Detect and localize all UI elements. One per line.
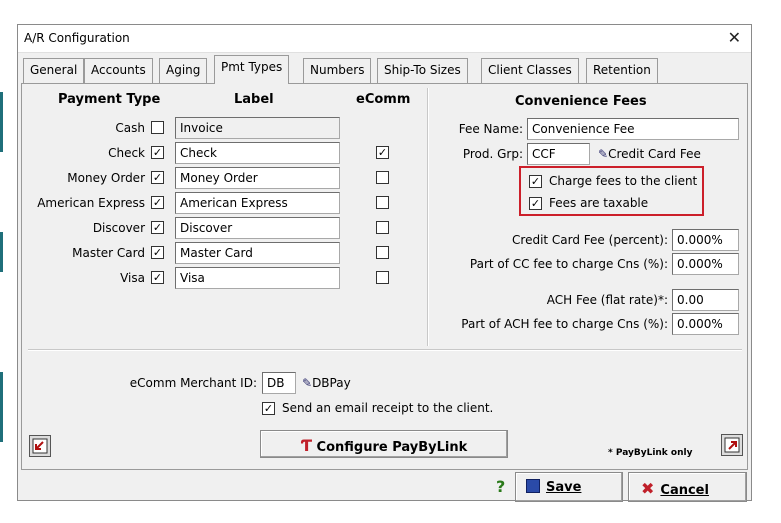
prod-grp-label: Prod. Grp:	[462, 147, 523, 161]
import-button[interactable]	[29, 435, 51, 457]
paybylink-note: * PayByLink only	[608, 448, 693, 458]
prod-grp-link-text: Credit Card Fee	[608, 147, 701, 161]
tab-retention[interactable]: Retention	[586, 58, 658, 83]
payment-type-name: Money Order	[67, 171, 145, 185]
check-label-field[interactable]: Check	[175, 142, 340, 164]
window-title: A/R Configuration	[24, 31, 130, 45]
payment-type-header: Payment Type	[58, 92, 161, 107]
cancel-label: Cancel	[660, 483, 709, 498]
amex-enabled-checkbox[interactable]: ✓	[151, 196, 164, 209]
section-divider	[427, 88, 429, 346]
cash-enabled-checkbox[interactable]	[151, 121, 164, 134]
cc-fee-field[interactable]: 0.000%	[672, 229, 739, 251]
master-card-ecomm-checkbox[interactable]	[376, 246, 389, 259]
charge-fees-checkbox[interactable]: ✓	[529, 175, 542, 188]
section-divider	[28, 349, 742, 351]
label-header: Label	[234, 92, 274, 107]
tab-general[interactable]: General	[23, 58, 85, 83]
paybylink-icon: Ƭ	[300, 436, 313, 455]
help-icon[interactable]: ?	[496, 477, 505, 496]
tab-numbers[interactable]: Numbers	[303, 58, 372, 83]
ach-fee-label: ACH Fee (flat rate)*:	[546, 293, 668, 307]
check-enabled-checkbox[interactable]: ✓	[151, 146, 164, 159]
tab-pmt-types[interactable]: Pmt Types	[214, 55, 290, 84]
convenience-fees-header: Convenience Fees	[515, 94, 647, 109]
master-card-label-field[interactable]: Master Card	[175, 242, 340, 264]
visa-enabled-checkbox[interactable]: ✓	[151, 271, 164, 284]
merchant-link[interactable]: ✎DBPay	[302, 376, 351, 390]
merchant-link-text: DBPay	[312, 376, 351, 390]
charge-fees-label: Charge fees to the client	[549, 174, 698, 188]
discover-enabled-checkbox[interactable]: ✓	[151, 221, 164, 234]
ach-part-field[interactable]: 0.000%	[672, 313, 739, 335]
money-order-ecomm-checkbox[interactable]	[376, 171, 389, 184]
tab-ship-to-sizes[interactable]: Ship-To Sizes	[377, 58, 468, 83]
pmt-types-panel: Payment Type Label eComm Cash Invoice Ch…	[21, 83, 748, 470]
tab-client-classes[interactable]: Client Classes	[481, 58, 579, 83]
ach-fee-field[interactable]: 0.00	[672, 289, 739, 311]
cc-part-label: Part of CC fee to charge Cns (%):	[469, 257, 668, 271]
pencil-icon: ✎	[302, 376, 313, 390]
save-button[interactable]: Save	[515, 472, 623, 502]
master-card-enabled-checkbox[interactable]: ✓	[151, 246, 164, 259]
amex-label-field[interactable]: American Express	[175, 192, 340, 214]
close-icon[interactable]: ✕	[728, 28, 741, 47]
money-order-enabled-checkbox[interactable]: ✓	[151, 171, 164, 184]
export-button[interactable]	[721, 434, 743, 456]
save-label: Save	[546, 480, 582, 495]
payment-type-name: Cash	[115, 121, 145, 135]
prod-grp-link[interactable]: ✎Credit Card Fee	[598, 147, 701, 161]
ach-part-label: Part of ACH fee to charge Cns (%):	[461, 317, 668, 331]
fees-taxable-checkbox[interactable]: ✓	[529, 197, 542, 210]
fee-name-field[interactable]: Convenience Fee	[527, 118, 739, 140]
fee-name-label: Fee Name:	[458, 122, 523, 136]
export-icon	[724, 437, 740, 453]
tab-aging[interactable]: Aging	[159, 58, 208, 83]
import-icon	[32, 438, 48, 454]
background-edge	[0, 372, 3, 442]
visa-ecomm-checkbox[interactable]	[376, 271, 389, 284]
amex-ecomm-checkbox[interactable]	[376, 196, 389, 209]
payment-type-name: Discover	[92, 221, 145, 235]
cancel-button[interactable]: ✖ Cancel	[628, 472, 747, 502]
discover-ecomm-checkbox[interactable]	[376, 221, 389, 234]
cash-label-field: Invoice	[175, 117, 340, 139]
discover-label-field[interactable]: Discover	[175, 217, 340, 239]
pencil-icon: ✎	[598, 147, 609, 161]
visa-label-field[interactable]: Visa	[175, 267, 340, 289]
payment-type-name: American Express	[37, 196, 145, 210]
check-ecomm-checkbox[interactable]: ✓	[376, 146, 389, 159]
email-receipt-label: Send an email receipt to the client.	[282, 401, 494, 415]
ar-configuration-window: A/R Configuration ✕ General Accounts Agi…	[17, 24, 752, 502]
title-bar: A/R Configuration ✕	[18, 25, 751, 53]
configure-paybylink-label: Configure PayByLink	[316, 440, 468, 455]
payment-type-name: Check	[108, 146, 145, 160]
ecomm-header: eComm	[356, 92, 411, 107]
cc-part-field[interactable]: 0.000%	[672, 253, 739, 275]
email-receipt-checkbox[interactable]: ✓	[262, 402, 275, 415]
tab-accounts[interactable]: Accounts	[84, 58, 153, 83]
payment-type-name: Master Card	[72, 246, 145, 260]
cancel-icon: ✖	[641, 479, 655, 498]
merchant-id-label: eComm Merchant ID:	[129, 376, 257, 390]
background-edge	[0, 232, 3, 272]
merchant-id-field[interactable]: DB	[262, 372, 296, 394]
save-icon	[526, 479, 540, 493]
prod-grp-field[interactable]: CCF	[527, 143, 590, 165]
money-order-label-field[interactable]: Money Order	[175, 167, 340, 189]
configure-paybylink-button[interactable]: Ƭ Configure PayByLink	[260, 430, 508, 458]
background-edge	[0, 92, 3, 152]
fees-taxable-label: Fees are taxable	[549, 196, 649, 210]
payment-type-name: Visa	[120, 271, 145, 285]
cc-fee-label: Credit Card Fee (percent):	[512, 233, 668, 247]
